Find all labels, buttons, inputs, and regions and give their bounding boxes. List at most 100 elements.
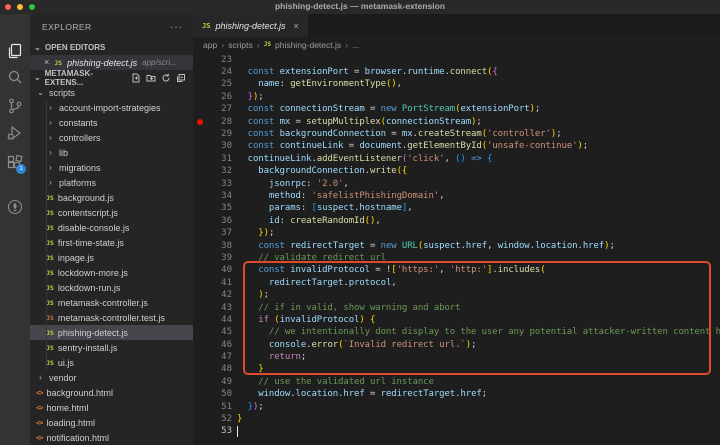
sidebar-item-metamask-controller-test-js[interactable]: JSmetamask-controller.test.js xyxy=(30,310,193,325)
code-line-32[interactable]: 32 backgroundConnection.write({ xyxy=(193,165,720,177)
code-line-46[interactable]: 46 console.error(`Invalid redirect url.`… xyxy=(193,338,720,350)
refresh-icon[interactable] xyxy=(161,73,171,83)
sidebar-item-first-time-state-js[interactable]: JSfirst-time-state.js xyxy=(30,235,193,250)
code-line-28[interactable]: 28 const mx = setupMultiplex(connectionS… xyxy=(193,115,720,127)
sidebar-item-sentry-install-js[interactable]: JSsentry-install.js xyxy=(30,340,193,355)
code-line-39[interactable]: 39 // validate redirect url xyxy=(193,252,720,264)
html-file-icon: <> xyxy=(36,389,42,397)
code-text: backgroundConnection.write({ xyxy=(237,166,407,176)
sidebar-item-constants[interactable]: ›constants xyxy=(30,115,193,130)
code-token: { xyxy=(370,315,375,325)
code-token: backgroundConnection xyxy=(258,166,364,176)
breadcrumb-item-[interactable]: ... xyxy=(352,40,359,50)
breadcrumb-item-scripts[interactable]: scripts xyxy=(228,40,253,50)
sidebar-item-lockdown-more-js[interactable]: JSlockdown-more.js xyxy=(30,265,193,280)
sidebar-item-loading-html[interactable]: <>loading.html xyxy=(30,415,193,430)
explorer-icon[interactable] xyxy=(6,42,24,60)
sidebar-item-vendor[interactable]: ›vendor xyxy=(30,370,193,385)
collapse-all-icon[interactable] xyxy=(176,73,186,83)
code-token xyxy=(237,290,258,300)
sidebar-item-controllers[interactable]: ›controllers xyxy=(30,130,193,145)
source-control-icon[interactable] xyxy=(6,97,24,115)
code-line-50[interactable]: 50 window.location.href = redirectTarget… xyxy=(193,388,720,400)
sidebar-item-phishing-detect-js[interactable]: JSphishing-detect.js xyxy=(30,325,193,340)
code-line-34[interactable]: 34 method: 'safelistPhishingDomain', xyxy=(193,190,720,202)
code-line-44[interactable]: 44 if (invalidProtocol) { xyxy=(193,314,720,326)
code-line-25[interactable]: 25 name: getEnvironmentType(), xyxy=(193,78,720,90)
code-line-24[interactable]: 24 const extensionPort = browser.runtime… xyxy=(193,66,720,78)
code-line-37[interactable]: 37 }); xyxy=(193,227,720,239)
code-line-49[interactable]: 49 // use the validated url instance xyxy=(193,376,720,388)
code-token: 'click' xyxy=(407,154,444,164)
sidebar-item-ui-js[interactable]: JSui.js xyxy=(30,355,193,370)
new-folder-icon[interactable] xyxy=(146,73,156,83)
sidebar-item-background-js[interactable]: JSbackground.js xyxy=(30,190,193,205)
breakpoint-gutter[interactable] xyxy=(193,119,207,125)
code-token: connect xyxy=(450,67,487,77)
breadcrumb-item-app[interactable]: app xyxy=(203,40,217,50)
code-line-51[interactable]: 51 }); xyxy=(193,400,720,412)
code-line-29[interactable]: 29 const backgroundConnection = mx.creat… xyxy=(193,128,720,140)
explorer-title: EXPLORER xyxy=(42,22,92,32)
sidebar-item-metamask-controller-js[interactable]: JSmetamask-controller.js xyxy=(30,295,193,310)
code-line-52[interactable]: 52} xyxy=(193,413,720,425)
breadcrumb: app›scripts›JSphishing-detect.js›... xyxy=(193,37,720,52)
more-actions-icon[interactable]: ··· xyxy=(170,22,183,33)
sidebar-item-contentscript-js[interactable]: JScontentscript.js xyxy=(30,205,193,220)
tab-close-icon[interactable]: × xyxy=(293,21,298,31)
code-text: }); xyxy=(237,402,264,412)
search-icon[interactable] xyxy=(6,68,24,86)
code-line-43[interactable]: 43 // if in valid, show warning and abor… xyxy=(193,301,720,313)
code-token: 'http:' xyxy=(450,265,487,275)
close-icon[interactable]: × xyxy=(44,58,49,67)
sidebar-item-lockdown-run-js[interactable]: JSlockdown-run.js xyxy=(30,280,193,295)
html-file-icon: <> xyxy=(36,404,42,412)
code-token: href xyxy=(583,241,604,251)
code-token: hostname xyxy=(359,203,402,213)
code-line-30[interactable]: 30 const continueLink = document.getElem… xyxy=(193,140,720,152)
code-text: const backgroundConnection = mx.createSt… xyxy=(237,129,562,139)
sidebar-item-disable-console-js[interactable]: JSdisable-console.js xyxy=(30,220,193,235)
code-line-47[interactable]: 47 return; xyxy=(193,351,720,363)
new-file-icon[interactable] xyxy=(131,73,141,83)
code-line-27[interactable]: 27 const connectionStream = new PortStre… xyxy=(193,103,720,115)
code-token: redirectTarget xyxy=(290,241,364,251)
breadcrumb-item-phishing-detect-js[interactable]: phishing-detect.js xyxy=(275,40,341,50)
run-and-debug-icon[interactable] xyxy=(6,124,24,142)
code-line-40[interactable]: 40 const invalidProtocol = !['https:', '… xyxy=(193,264,720,276)
sidebar-item-lib[interactable]: ›lib xyxy=(30,145,193,160)
code-token: new xyxy=(381,104,402,114)
code-line-36[interactable]: 36 id: createRandomId(), xyxy=(193,215,720,227)
tab-strip: JS phishing-detect.js × xyxy=(193,14,720,37)
breakpoint-icon[interactable] xyxy=(197,119,203,125)
workspace-header[interactable]: ⌄ METAMASK-EXTENS... xyxy=(30,70,193,85)
sidebar-item-migrations[interactable]: ›migrations xyxy=(30,160,193,175)
code-line-26[interactable]: 26 }); xyxy=(193,91,720,103)
code-line-23[interactable]: 23 xyxy=(193,54,720,66)
code-line-35[interactable]: 35 params: [suspect.hostname], xyxy=(193,202,720,214)
code-token: : xyxy=(280,216,291,226)
code-line-33[interactable]: 33 jsonrpc: '2.0', xyxy=(193,177,720,189)
extension-plugin-icon[interactable] xyxy=(6,198,24,216)
tab-phishing-detect[interactable]: JS phishing-detect.js × xyxy=(193,14,308,37)
code-line-41[interactable]: 41 redirectTarget.protocol, xyxy=(193,277,720,289)
code-token: console xyxy=(269,340,306,350)
code-line-53[interactable]: 53 xyxy=(193,425,720,437)
code-line-48[interactable]: 48 } xyxy=(193,363,720,375)
sidebar-item-notification-html[interactable]: <>notification.html xyxy=(30,430,193,445)
sidebar-item-account-import-strategies[interactable]: ›account-import-strategies xyxy=(30,100,193,115)
code-text: }); xyxy=(237,228,274,238)
code-text: // use the validated url instance xyxy=(237,377,434,387)
code-line-45[interactable]: 45 // we intentionally dont display to t… xyxy=(193,326,720,338)
sidebar-item-platforms[interactable]: ›platforms xyxy=(30,175,193,190)
code-line-31[interactable]: 31 continueLink.addEventListener('click'… xyxy=(193,153,720,165)
code-line-42[interactable]: 42 ); xyxy=(193,289,720,301)
open-editors-header[interactable]: ⌄ OPEN EDITORS xyxy=(30,40,193,55)
code-line-38[interactable]: 38 const redirectTarget = new URL(suspec… xyxy=(193,239,720,251)
line-number: 24 xyxy=(207,67,232,77)
code-token: window xyxy=(498,241,530,251)
sidebar-item-home-html[interactable]: <>home.html xyxy=(30,400,193,415)
sidebar-item-scripts[interactable]: ⌄scripts xyxy=(30,85,193,100)
sidebar-item-inpage-js[interactable]: JSinpage.js xyxy=(30,250,193,265)
sidebar-item-background-html[interactable]: <>background.html xyxy=(30,385,193,400)
